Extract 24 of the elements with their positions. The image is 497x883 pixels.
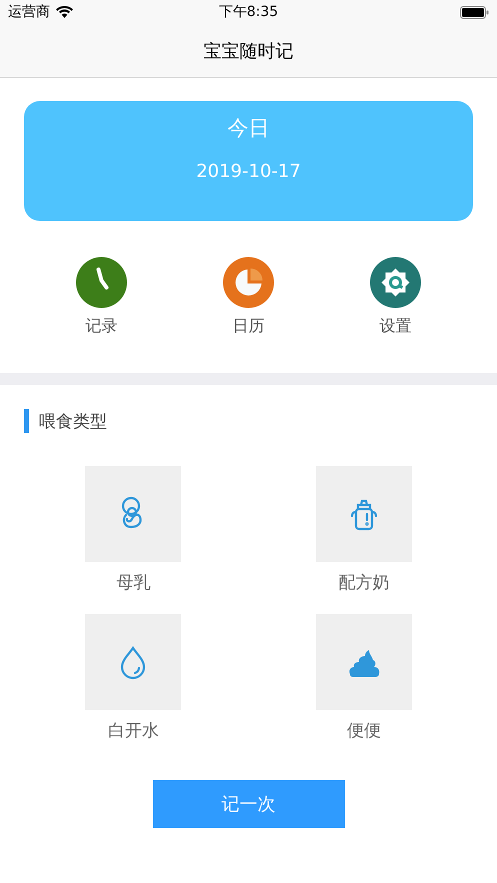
feed-type-label: 母乳	[116, 572, 150, 594]
gear-icon[interactable]	[370, 257, 421, 308]
feed-type-tile[interactable]	[316, 466, 412, 562]
feed-type-tile[interactable]	[316, 614, 412, 710]
clock-icon[interactable]	[76, 257, 127, 308]
feed-type-label: 便便	[346, 720, 381, 742]
shortcut-label: 日历	[232, 316, 264, 337]
card-title: 今日	[228, 115, 270, 142]
battery-icon	[460, 6, 489, 18]
feed-type-tile[interactable]	[85, 614, 182, 710]
section-title: 喂食类型	[39, 410, 107, 432]
feed-type-tile[interactable]	[85, 466, 182, 562]
shortcut-label: 设置	[380, 316, 412, 337]
page-title: 宝宝随时记	[204, 40, 294, 62]
date-text: 2019-10-17	[196, 161, 301, 182]
section-marker	[24, 409, 29, 433]
pie-chart-icon[interactable]	[223, 257, 274, 308]
shortcut-label: 记录	[86, 316, 118, 337]
wifi-icon	[56, 6, 73, 18]
feed-type-label: 配方奶	[338, 572, 390, 594]
clock-time: 下午8:35	[218, 3, 278, 21]
feed-type-label: 白开水	[108, 720, 159, 742]
carrier-name: 运营商	[8, 3, 50, 21]
record-button[interactable]: 记一次	[152, 780, 344, 828]
